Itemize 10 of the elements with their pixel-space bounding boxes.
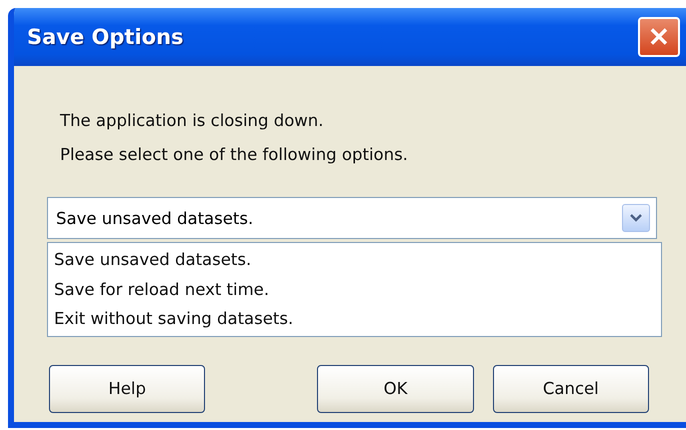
window-title: Save Options [27,25,184,49]
dropdown-option[interactable]: Exit without saving datasets. [54,304,655,334]
message-text: The application is closing down. [60,110,324,132]
dialog-button[interactable]: OK [317,364,474,412]
dropdown-option[interactable]: Save for reload next time. [54,274,655,304]
message-text: Please select one of the following options. [60,144,409,166]
dropdown-option[interactable]: Save unsaved datasets. [54,245,655,274]
dropdown-field[interactable]: Save unsaved datasets. [47,197,657,239]
dialog-button[interactable]: Help [49,364,206,412]
dialog-button[interactable]: Cancel [492,364,649,412]
